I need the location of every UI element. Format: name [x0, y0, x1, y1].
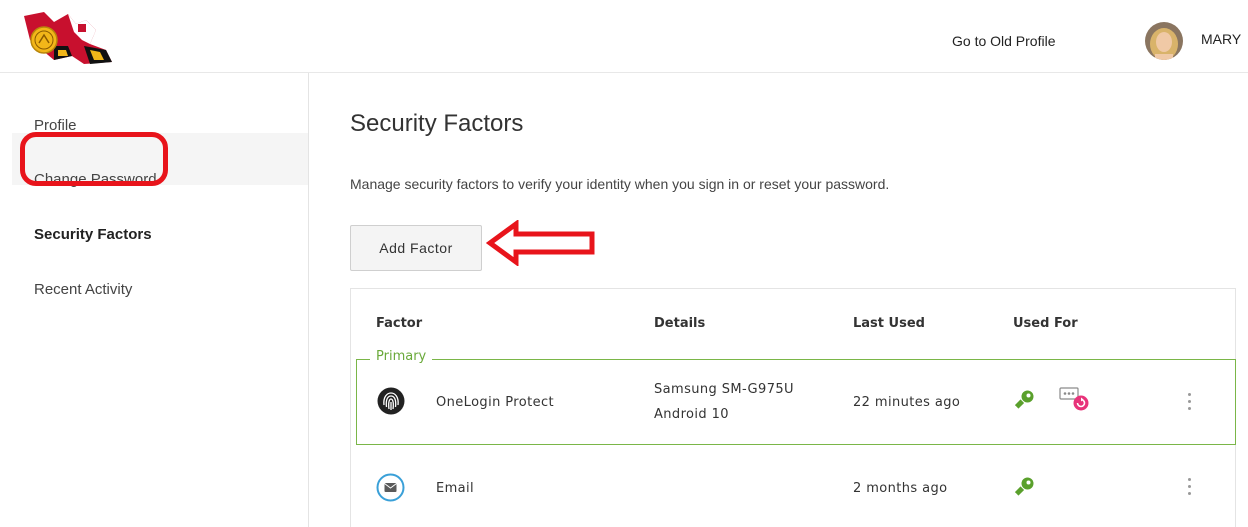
avatar[interactable] — [1145, 22, 1183, 60]
factor-details-os: Android 10 — [654, 407, 729, 422]
go-to-old-profile-link[interactable]: Go to Old Profile — [952, 33, 1056, 49]
factor-details-device: Samsung SM-G975U — [654, 382, 794, 397]
row-menu-button[interactable] — [1188, 478, 1192, 499]
key-icon — [1015, 390, 1034, 409]
sidebar-item-recent-activity[interactable]: Recent Activity — [34, 281, 132, 298]
page-title: Security Factors — [350, 110, 524, 137]
maryland-logo-icon[interactable] — [24, 10, 116, 66]
fingerprint-icon — [377, 387, 405, 415]
top-bar: Go to Old Profile MARY — [0, 0, 1248, 73]
page-description: Manage security factors to verify your i… — [350, 176, 890, 192]
column-header-last-used: Last Used — [853, 316, 925, 331]
sidebar-item-security-factors[interactable]: Security Factors — [34, 226, 152, 243]
column-header-details: Details — [654, 316, 706, 331]
factor-last-used: 22 minutes ago — [853, 395, 961, 410]
password-reset-icon — [1059, 387, 1089, 411]
annotation-highlight-oval — [20, 132, 168, 186]
row-menu-button[interactable] — [1188, 393, 1192, 414]
factor-name: OneLogin Protect — [436, 395, 555, 410]
column-header-factor: Factor — [376, 316, 423, 331]
add-factor-button[interactable]: Add Factor — [350, 225, 482, 271]
annotation-arrow-icon — [486, 220, 595, 266]
primary-label: Primary — [370, 349, 433, 364]
email-icon — [376, 473, 405, 502]
key-icon — [1015, 477, 1034, 496]
factor-last-used: 2 months ago — [853, 481, 948, 496]
factor-name: Email — [436, 481, 475, 496]
column-header-used-for: Used For — [1013, 316, 1078, 331]
user-name[interactable]: MARY — [1201, 31, 1241, 47]
